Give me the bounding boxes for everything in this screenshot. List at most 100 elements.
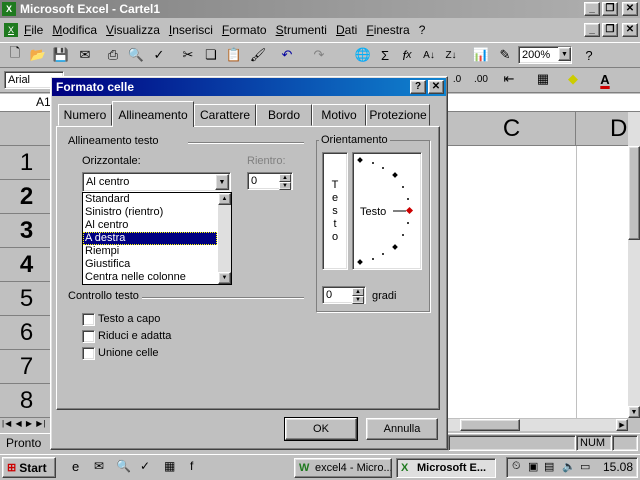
mail-icon[interactable]: ✉ (74, 44, 96, 66)
ok-button[interactable]: OK (284, 417, 358, 441)
wrap-text-checkbox[interactable] (82, 313, 95, 326)
dialog-title-bar[interactable]: Formato celle ? ✕ (52, 78, 446, 96)
excel-title-bar[interactable]: X Microsoft Excel - Cartel1 _ ❐ ✕ (0, 0, 640, 18)
dialog-help-button[interactable]: ? (410, 80, 426, 94)
autosum-icon[interactable]: Σ (374, 44, 396, 66)
explorer-quicklaunch-icon[interactable]: 🔍 (116, 459, 131, 473)
start-button[interactable]: ⊞ Start (2, 457, 56, 478)
menu-help[interactable]: ? (419, 23, 426, 37)
tab-protezione[interactable]: Protezione (366, 104, 430, 126)
merge-cells-label[interactable]: Unione celle (98, 347, 159, 359)
menu-dati[interactable]: Dati (336, 23, 357, 37)
paste-icon[interactable]: 📋 (223, 44, 245, 66)
option-centra-nelle-colonne[interactable]: Centra nelle colonne (83, 271, 217, 284)
indent-up-arrow[interactable]: ▲ (279, 174, 291, 182)
function-icon[interactable]: fx (396, 44, 418, 66)
tray-network-icon[interactable]: ▣ (528, 460, 538, 473)
tab-numero[interactable]: Numero (58, 104, 112, 126)
borders-icon[interactable]: ▦ (532, 68, 554, 90)
menu-finestra[interactable]: Finestra (366, 23, 409, 37)
option-giustifica[interactable]: Giustifica (83, 258, 217, 271)
name-box[interactable]: A1 (36, 95, 51, 109)
row-header-2[interactable]: 2 (0, 180, 54, 214)
horizontal-scroll-thumb[interactable] (460, 419, 520, 431)
print-preview-icon[interactable]: 🔍 (125, 44, 147, 66)
tray-volume-icon[interactable]: 🔈 (562, 460, 576, 473)
row-header-4[interactable]: 4 (0, 248, 54, 282)
channels-quicklaunch-icon[interactable]: ▦ (164, 459, 175, 473)
horizontal-dropdown-list[interactable]: Standard Sinistro (rientro) Al centro A … (82, 192, 232, 285)
vertical-text-box[interactable]: T e s t o (322, 152, 348, 270)
dialog-close-button[interactable]: ✕ (428, 80, 444, 94)
row-header-7[interactable]: 7 (0, 350, 54, 384)
menu-formato[interactable]: Formato (222, 23, 267, 37)
tab-motivo[interactable]: Motivo (312, 104, 366, 126)
tray-monitor-icon[interactable]: ▤ (544, 460, 554, 473)
indent-spinner[interactable]: ▲ ▼ (279, 174, 291, 190)
option-riempi[interactable]: Riempi (83, 245, 217, 258)
copy-icon[interactable]: ❏ (200, 44, 222, 66)
menu-strumenti[interactable]: Strumenti (276, 23, 327, 37)
sort-ascending-icon[interactable]: A↓ (418, 44, 440, 66)
tab-allineamento[interactable]: Allineamento (112, 101, 194, 127)
column-header-d[interactable]: D (600, 112, 628, 146)
fill-color-icon[interactable]: ◆ (562, 68, 584, 90)
new-icon[interactable]: 🗋 (4, 44, 26, 66)
task-microsoft-excel[interactable]: X Microsoft E... (396, 458, 496, 478)
cancel-button[interactable]: Annulla (366, 418, 438, 440)
indent-down-arrow[interactable]: ▼ (279, 182, 291, 190)
cut-icon[interactable]: ✂ (177, 44, 199, 66)
option-a-destra[interactable]: A destra (83, 232, 217, 245)
shrink-to-fit-checkbox[interactable] (82, 330, 95, 343)
shrink-to-fit-label[interactable]: Riduci e adatta (98, 330, 171, 342)
sort-descending-icon[interactable]: Z↓ (440, 44, 462, 66)
restore-button[interactable]: ❐ (602, 2, 618, 16)
dropdown-scrollbar[interactable]: ▲ ▼ (218, 193, 231, 284)
horizontal-dropdown-arrow[interactable]: ▼ (215, 174, 229, 190)
orientation-dial[interactable]: Testo (352, 152, 422, 270)
font-color-icon[interactable]: A (594, 68, 616, 90)
tray-scheduler-icon[interactable]: ⏲ (512, 460, 521, 473)
tab-bordo[interactable]: Bordo (256, 104, 312, 126)
chart-wizard-icon[interactable]: 📊 (470, 44, 492, 66)
option-sinistro[interactable]: Sinistro (rientro) (83, 206, 217, 219)
row-header-8[interactable]: 8 (0, 384, 54, 418)
undo-icon[interactable]: ↶ (276, 44, 298, 66)
column-header-c[interactable]: C (448, 112, 576, 146)
hyperlink-icon[interactable]: 🌐 (352, 44, 374, 66)
dropdown-scroll-down[interactable]: ▼ (218, 272, 231, 284)
menu-visualizza[interactable]: Visualizza (106, 23, 160, 37)
wrap-text-label[interactable]: Testo a capo (98, 313, 160, 325)
desktop-quicklaunch-icon[interactable]: ✓ (140, 459, 150, 473)
increase-decimal-icon[interactable]: .0 (446, 68, 468, 90)
zoom-dropdown-arrow[interactable]: ▼ (558, 47, 571, 61)
minimize-button[interactable]: _ (584, 2, 600, 16)
excel-app-icon[interactable]: X (2, 2, 16, 16)
dropdown-scroll-up[interactable]: ▲ (218, 193, 231, 205)
degrees-up-arrow[interactable]: ▲ (352, 288, 364, 296)
scroll-right-arrow[interactable]: ▶ (616, 419, 628, 431)
zoom-select[interactable]: 200% ▼ (518, 46, 572, 64)
menu-modifica[interactable]: Modifica (52, 23, 97, 37)
ie-quicklaunch-icon[interactable]: e (72, 459, 79, 474)
spelling-icon[interactable]: ✓ (148, 44, 170, 66)
doc-minimize-button[interactable]: _ (584, 23, 600, 37)
app-quicklaunch-icon[interactable]: f (190, 459, 193, 473)
print-icon[interactable]: ⎙ (102, 44, 124, 66)
tab-carattere[interactable]: Carattere (194, 104, 256, 126)
open-icon[interactable]: 📂 (27, 44, 49, 66)
outlook-quicklaunch-icon[interactable]: ✉ (94, 459, 104, 473)
degrees-down-arrow[interactable]: ▼ (352, 296, 364, 304)
workbook-icon[interactable]: X (4, 23, 18, 37)
option-standard[interactable]: Standard (83, 193, 217, 206)
office-assistant-icon[interactable]: ? (578, 44, 600, 66)
row-header-6[interactable]: 6 (0, 316, 54, 350)
close-button[interactable]: ✕ (622, 2, 638, 16)
sheet-navigation-arrows[interactable]: |◀ ◀ ▶ ▶| (2, 419, 46, 428)
drawing-icon[interactable]: ✎ (494, 44, 516, 66)
merge-cells-checkbox[interactable] (82, 347, 95, 360)
decrease-decimal-icon[interactable]: .00 (470, 68, 492, 90)
horizontal-select[interactable]: Al centro (82, 172, 231, 192)
doc-close-button[interactable]: ✕ (622, 23, 638, 37)
menu-inserisci[interactable]: Inserisci (169, 23, 213, 37)
